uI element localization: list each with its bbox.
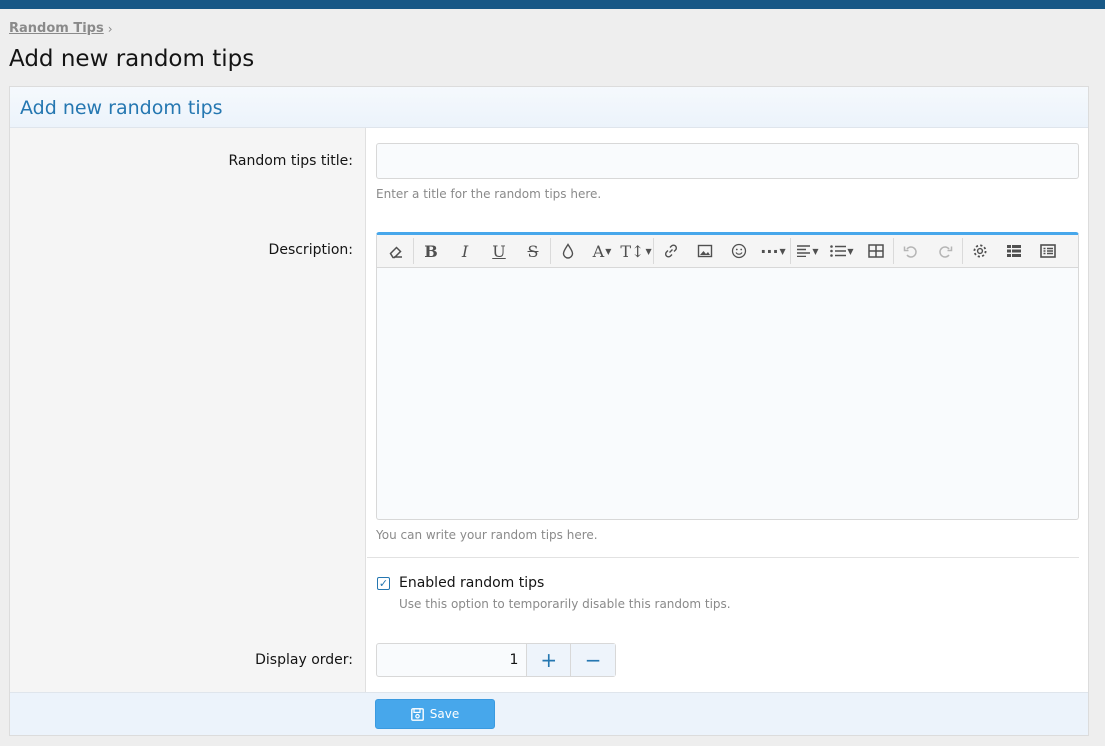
editor-content-area[interactable] [377, 268, 1078, 520]
strikethrough-icon[interactable]: S [516, 235, 550, 268]
label-column: Random tips title: Description: Display … [10, 128, 366, 692]
more-icon[interactable]: ··· ▼ [756, 235, 790, 268]
drafts-icon[interactable] [1031, 235, 1065, 268]
chevron-right-icon: › [107, 21, 113, 36]
bold-icon[interactable]: B [414, 235, 448, 268]
decrement-button[interactable]: − [571, 644, 615, 676]
undo-icon[interactable] [894, 235, 928, 268]
enabled-checkbox[interactable]: ✓ [377, 577, 390, 590]
display-order-input[interactable]: 1 [377, 644, 528, 676]
font-size-icon[interactable]: T↕ ▼ [619, 235, 653, 268]
description-label: Description: [268, 242, 353, 258]
image-icon[interactable] [688, 235, 722, 268]
editor-toolbar: B I U S A ▼ T↕ ▼ ··· ▼ ▼ ▼ [377, 235, 1078, 268]
color-drop-icon[interactable] [551, 235, 585, 268]
font-family-icon[interactable]: A ▼ [585, 235, 619, 268]
eraser-icon[interactable] [379, 235, 413, 268]
title-field-label: Random tips title: [228, 153, 353, 169]
display-order-label: Display order: [255, 652, 353, 668]
redo-icon[interactable] [928, 235, 962, 268]
title-field-hint: Enter a title for the random tips here. [376, 187, 602, 201]
section-divider [367, 557, 1079, 558]
underline-icon[interactable]: U [482, 235, 516, 268]
form-footer: Save [10, 692, 1088, 735]
preview-icon[interactable] [997, 235, 1031, 268]
page-title: Add new random tips [9, 46, 255, 72]
save-icon [410, 707, 424, 721]
display-order-stepper: 1 + − [376, 643, 616, 677]
enabled-hint: Use this option to temporarily disable t… [399, 597, 731, 611]
title-input[interactable] [376, 143, 1079, 179]
settings-icon[interactable] [963, 235, 997, 268]
breadcrumb-link-random-tips[interactable]: Random Tips [9, 21, 104, 36]
align-icon[interactable]: ▼ [791, 235, 825, 268]
form-header: Add new random tips [10, 87, 1088, 128]
save-button[interactable]: Save [375, 699, 495, 729]
top-bar [0, 0, 1105, 9]
description-hint: You can write your random tips here. [376, 528, 598, 542]
form-block: Add new random tips Random tips title: D… [9, 86, 1089, 736]
table-icon[interactable] [859, 235, 893, 268]
list-icon[interactable]: ▼ [825, 235, 859, 268]
save-button-label: Save [429, 707, 460, 721]
link-icon[interactable] [654, 235, 688, 268]
smiley-icon[interactable] [722, 235, 756, 268]
enabled-checkbox-label[interactable]: Enabled random tips [399, 575, 544, 591]
description-editor: B I U S A ▼ T↕ ▼ ··· ▼ ▼ ▼ [376, 232, 1079, 520]
increment-button[interactable]: + [527, 644, 572, 676]
breadcrumb: Random Tips › [9, 21, 113, 36]
form-header-title: Add new random tips [20, 97, 223, 119]
italic-icon[interactable]: I [448, 235, 482, 268]
